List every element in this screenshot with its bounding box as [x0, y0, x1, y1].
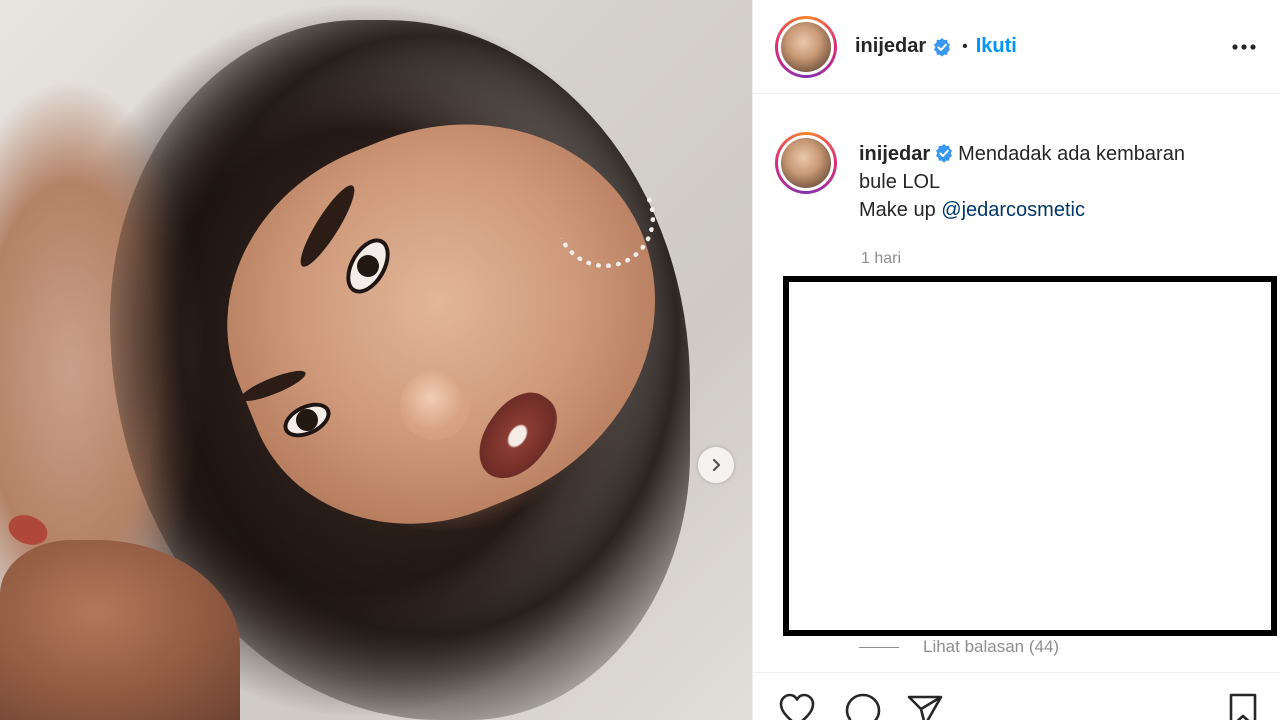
- caption-avatar[interactable]: [775, 132, 837, 194]
- caption-line-1: Mendadak ada kembaran: [958, 143, 1185, 165]
- mention-link[interactable]: @jedarcosmetic: [941, 199, 1085, 221]
- bookmark-icon: [1229, 693, 1257, 720]
- share-icon: [907, 695, 943, 720]
- redacted-comments-box: [783, 276, 1277, 636]
- heart-icon: [779, 693, 815, 720]
- view-replies-button[interactable]: Lihat balasan (44): [859, 637, 1059, 657]
- save-button[interactable]: [1223, 691, 1263, 720]
- avatar-image: [778, 18, 834, 75]
- header-separator: •: [962, 37, 968, 55]
- view-replies-label: Lihat balasan (44): [923, 637, 1060, 656]
- share-button[interactable]: [905, 691, 945, 720]
- action-bar: [753, 672, 1280, 720]
- more-options-icon: [1232, 44, 1256, 50]
- caption-line-3-prefix: Make up: [859, 199, 942, 221]
- post-caption: inijedar Mendadak ada kembaran bule LOL …: [775, 132, 1261, 224]
- more-options-button[interactable]: [1229, 32, 1259, 62]
- header-username[interactable]: inijedar: [855, 35, 926, 58]
- next-photo-button[interactable]: [698, 447, 734, 483]
- photo-nose: [400, 370, 470, 440]
- follow-button[interactable]: Ikuti: [976, 35, 1017, 58]
- chevron-right-icon: [712, 458, 721, 472]
- like-button[interactable]: [777, 691, 817, 720]
- caption-text: inijedar Mendadak ada kembaran bule LOL …: [859, 140, 1185, 224]
- verified-badge-icon: [934, 37, 951, 57]
- post-photo[interactable]: [0, 0, 752, 720]
- verified-badge-icon: [936, 144, 953, 163]
- caption-line-2: bule LOL: [859, 171, 941, 193]
- post-header: inijedar • Ikuti: [753, 0, 1280, 94]
- avatar-image: [778, 135, 834, 191]
- caption-username[interactable]: inijedar: [859, 143, 930, 165]
- comment-button[interactable]: [843, 691, 883, 720]
- post-side-panel: inijedar • Ikuti inijedar Mendadak ada k…: [752, 0, 1280, 720]
- post-timestamp: 1 hari: [861, 250, 902, 267]
- avatar[interactable]: [775, 15, 837, 78]
- replies-divider-line: [859, 646, 899, 648]
- comment-icon: [845, 693, 881, 720]
